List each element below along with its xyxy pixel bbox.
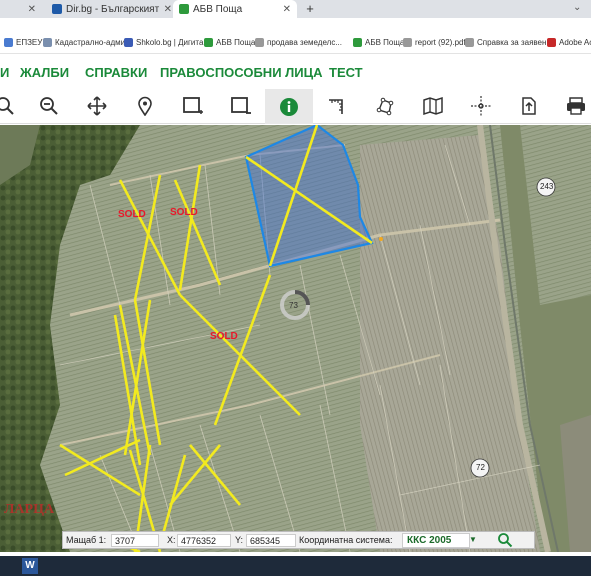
bookmark-label: Shkolo.bg | Дигита... [136, 38, 211, 47]
dir-favicon-icon [52, 4, 62, 14]
bookmark-icon [204, 38, 213, 47]
bookmark-item[interactable]: АБВ Поща [353, 38, 404, 47]
tab-label: АБВ Поща [193, 3, 243, 15]
select-rectangle-icon [183, 97, 203, 114]
map-status-bar: Мащаб 1: 3707 X: 4776352 Y: 685345 Коорд… [62, 531, 535, 549]
loading-value: 73 [289, 301, 298, 310]
y-coordinate-field[interactable]: 685345 [246, 534, 296, 547]
x-label: X: [167, 535, 176, 545]
location-button[interactable] [132, 93, 158, 119]
info-icon [280, 97, 298, 116]
road-label: 243 [540, 182, 554, 191]
y-label: Y: [235, 535, 244, 545]
bookmark-label: продава земеделс... [267, 38, 342, 47]
info-button[interactable] [265, 89, 313, 124]
x-coordinate-field[interactable]: 4776352 [177, 534, 231, 547]
new-tab-button[interactable]: + [303, 2, 317, 16]
polygon-icon [376, 97, 394, 116]
bookmark-item[interactable]: Кадастрално-адми... [43, 38, 132, 47]
zoom-in-icon [0, 97, 14, 115]
menu-item-reports[interactable]: СПРАВКИ [85, 65, 147, 80]
bookmark-label: Adobe Acro [559, 38, 591, 47]
crosshair-icon [471, 96, 491, 116]
main-menu: И ЖАЛБИ СПРАВКИ ПРАВОСПОСОБНИ ЛИЦА ТЕСТ [0, 62, 591, 84]
location-pin-icon [138, 96, 152, 116]
bookmark-item[interactable]: Справка за заявен... [465, 38, 553, 47]
tab-abv-mail[interactable]: АБВ Поща ✕ [173, 0, 297, 18]
export-icon [522, 97, 536, 115]
export-button[interactable] [516, 93, 542, 119]
crosshair-button[interactable] [468, 93, 494, 119]
coord-system-label: Координатна система: [299, 535, 393, 545]
map-icon [423, 96, 443, 116]
tab-label: Dir.bg - Българският Интернет [66, 3, 162, 15]
os-taskbar: W [0, 556, 591, 576]
map-layers-button[interactable] [420, 93, 446, 119]
road-label: 72 [476, 463, 485, 472]
bookmark-label: АБВ Поща [365, 38, 405, 47]
deselect-button[interactable] [228, 93, 254, 119]
sold-label: SOLD [170, 207, 198, 218]
bookmark-item[interactable]: Shkolo.bg | Дигита... [124, 38, 210, 47]
measure-button[interactable] [324, 93, 350, 119]
coord-system-select[interactable]: ККС 2005 [402, 533, 470, 548]
bookmark-icon [547, 38, 556, 47]
scale-label: Мащаб 1: [66, 535, 107, 545]
bookmark-label: report (92).pdf [415, 38, 466, 47]
tab-divider: ✕ [160, 0, 172, 18]
menu-item-test[interactable]: ТЕСТ [329, 65, 363, 80]
coord-search-button[interactable] [497, 532, 513, 550]
bookmark-item[interactable]: продава земеделс... [255, 38, 342, 47]
bookmark-icon [124, 38, 133, 47]
word-app-icon[interactable]: W [22, 558, 38, 574]
pan-icon [87, 96, 107, 116]
print-icon [567, 97, 585, 115]
bookmark-label: ЕПЗЕУ [16, 38, 43, 47]
satellite-map [0, 125, 591, 552]
menu-item-complaints[interactable]: ЖАЛБИ [20, 65, 69, 80]
bookmark-item[interactable]: Adobe Acro [547, 38, 591, 47]
menu-item-partial[interactable]: И [0, 65, 9, 80]
chevron-down-icon[interactable]: ▼ [469, 535, 477, 544]
bookmark-icon [255, 38, 264, 47]
abv-favicon-icon [179, 4, 189, 14]
tab-dir-bg[interactable]: Dir.bg - Българският Интернет [46, 0, 168, 18]
map-canvas[interactable]: SOLD SOLD SOLD 243 72 73 ЛАРЦА [0, 125, 591, 552]
bookmark-label: Кадастрално-адми... [55, 38, 132, 47]
polygon-button[interactable] [372, 93, 398, 119]
bookmark-item[interactable]: ЕПЗЕУ [4, 38, 42, 47]
search-icon [498, 533, 513, 548]
sold-label: SOLD [210, 331, 238, 342]
scale-input[interactable]: 3707 [111, 534, 159, 547]
bookmark-icon [4, 38, 13, 47]
zoom-in-button[interactable] [0, 93, 18, 119]
select-rectangle-button[interactable] [180, 93, 206, 119]
close-icon[interactable]: ✕ [164, 4, 172, 15]
close-icon[interactable]: ✕ [283, 4, 291, 15]
bookmark-label: АБВ Поща [216, 38, 256, 47]
chevron-down-icon[interactable]: ⌄ [573, 2, 581, 13]
map-toolbar [0, 89, 591, 124]
browser-tab-bar: ✕ Dir.bg - Българският Интернет ✕ АБВ По… [0, 0, 591, 18]
bookmark-icon [403, 38, 412, 47]
bookmark-icon [353, 38, 362, 47]
measure-icon [329, 99, 343, 114]
place-label: ЛАРЦА [4, 502, 55, 517]
tab-close-partial[interactable]: ✕ [0, 0, 42, 18]
menu-item-licensed-persons[interactable]: ПРАВОСПОСОБНИ ЛИЦА [160, 65, 323, 80]
zoom-out-icon [40, 97, 58, 115]
sold-label: SOLD [118, 209, 146, 220]
bookmarks-bar: ЕПЗЕУ Кадастрално-адми... Shkolo.bg | Ди… [0, 34, 591, 54]
bookmark-label: Справка за заявен... [477, 38, 554, 47]
bookmark-icon [43, 38, 52, 47]
deselect-icon [231, 97, 251, 114]
zoom-out-button[interactable] [36, 93, 62, 119]
pan-button[interactable] [84, 93, 110, 119]
bookmark-item[interactable]: report (92).pdf [403, 38, 466, 47]
close-icon[interactable]: ✕ [28, 4, 36, 15]
bookmark-icon [465, 38, 474, 47]
print-button[interactable] [563, 93, 589, 119]
bookmark-item[interactable]: АБВ Поща [204, 38, 255, 47]
